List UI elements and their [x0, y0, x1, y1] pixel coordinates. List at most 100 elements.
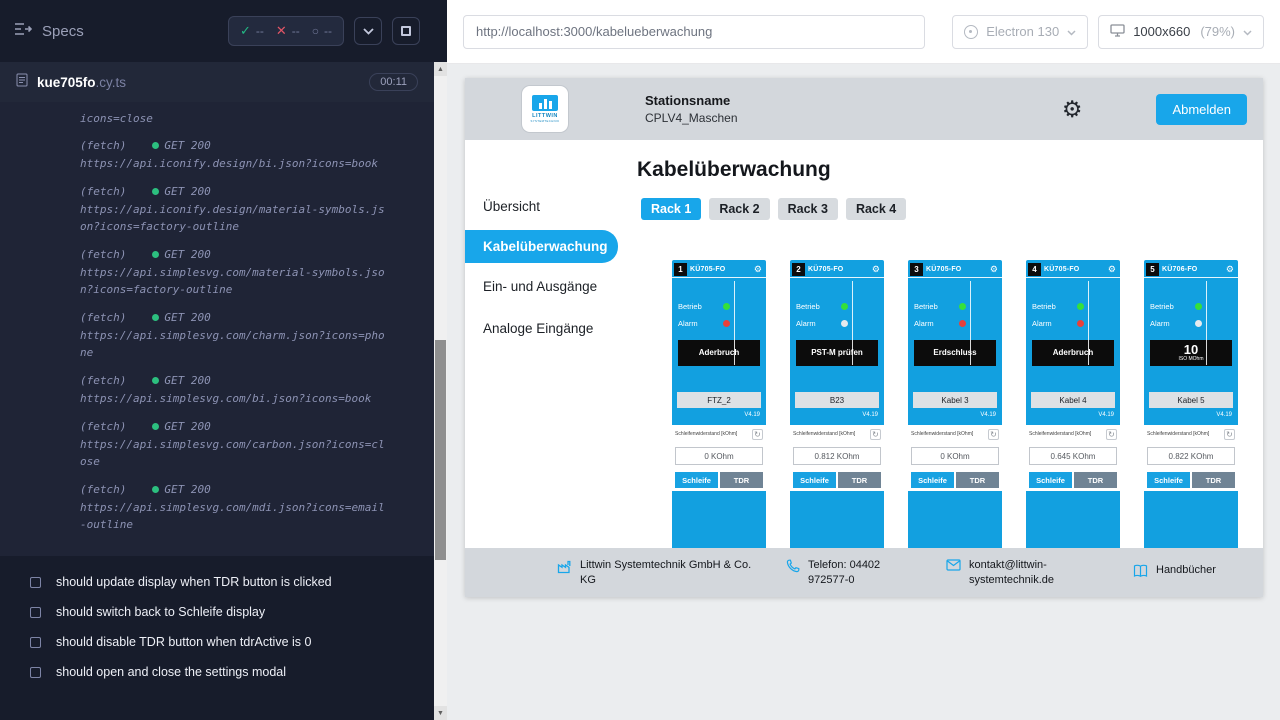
browser-select[interactable]: Electron 130 — [952, 15, 1088, 49]
status-ok-icon — [152, 377, 159, 384]
request-url: https://api.iconify.design/material-symb… — [80, 201, 390, 235]
refresh-icon[interactable]: ↻ — [988, 429, 999, 440]
logo-subtext: SYSTEMTECHNIK — [531, 119, 560, 123]
log-entry[interactable]: (fetch)GET 200 https://api.simplesvg.com… — [80, 372, 390, 407]
fetch-label: (fetch) — [80, 309, 126, 326]
spec-file-ext: .cy.ts — [96, 75, 127, 90]
card-gear-icon[interactable]: ⚙ — [754, 265, 762, 274]
status-ok-icon — [152, 423, 159, 430]
alarm-label: Alarm — [1032, 319, 1052, 328]
nav-item-analoge-eingaenge[interactable]: Analoge Eingänge — [465, 310, 625, 347]
app-nav: Übersicht Kabelüberwachung Ein- und Ausg… — [465, 140, 625, 548]
tab-rack-1[interactable]: Rack 1 — [641, 198, 701, 220]
tab-rack-3[interactable]: Rack 3 — [778, 198, 838, 220]
firmware-version: V4.19 — [908, 408, 1002, 420]
test-item[interactable]: should update display when TDR button is… — [16, 570, 418, 594]
log-entry[interactable]: (fetch)GET 200 https://api.iconify.desig… — [80, 137, 390, 172]
refresh-icon[interactable]: ↻ — [752, 429, 763, 440]
spec-file-name: kue705fo.cy.ts — [37, 75, 126, 90]
test-item[interactable]: should open and close the settings modal — [16, 660, 418, 684]
schleife-button[interactable]: Schleife — [911, 472, 954, 488]
cable-name-field[interactable]: Kabel 5 — [1149, 392, 1233, 408]
nav-item-uebersicht[interactable]: Übersicht — [465, 188, 625, 225]
url-input[interactable] — [463, 15, 925, 49]
log-entry[interactable]: (fetch)GET 200 https://api.iconify.desig… — [80, 183, 390, 235]
cable-name-field[interactable]: B23 — [795, 392, 879, 408]
aut-panel: Electron 130 1000x660 (79%) LITTWIN SYST… — [447, 0, 1280, 720]
footer-manuals[interactable]: Handbücher — [1133, 563, 1216, 581]
scrollbar-track[interactable] — [434, 76, 447, 706]
schleife-button[interactable]: Schleife — [675, 472, 718, 488]
refresh-icon[interactable]: ↻ — [870, 429, 881, 440]
tdr-button[interactable]: TDR — [1074, 472, 1117, 488]
device-card-5: 5KÜ706-FO⚙ Betrieb Alarm 10 ISO MOhm Kab… — [1144, 260, 1238, 548]
app-header: LITTWIN SYSTEMTECHNIK Stationsname CPLV4… — [465, 78, 1263, 140]
betrieb-led — [1077, 303, 1084, 310]
card-gear-icon[interactable]: ⚙ — [990, 265, 998, 274]
tdr-button[interactable]: TDR — [1192, 472, 1235, 488]
status-display: PST-M prüfen — [796, 340, 878, 366]
schleife-button[interactable]: Schleife — [793, 472, 836, 488]
cable-name-field[interactable]: Kabel 3 — [913, 392, 997, 408]
logout-button[interactable]: Abmelden — [1156, 94, 1247, 125]
aut-stage: LITTWIN SYSTEMTECHNIK Stationsname CPLV4… — [447, 64, 1280, 720]
measure-value: 0.822 KOhm — [1147, 447, 1235, 465]
alarm-led — [723, 320, 730, 327]
test-item[interactable]: should disable TDR button when tdrActive… — [16, 630, 418, 654]
specs-label: Specs — [42, 23, 84, 40]
pending-icon: ○ — [312, 24, 319, 38]
log-entry[interactable]: (fetch)GET 200 https://api.simplesvg.com… — [80, 418, 390, 470]
command-log: icons=close (fetch)GET 200 https://api.i… — [0, 102, 434, 556]
tdr-button[interactable]: TDR — [838, 472, 881, 488]
viewport-select[interactable]: 1000x660 (79%) — [1098, 15, 1264, 49]
schleife-button[interactable]: Schleife — [1147, 472, 1190, 488]
refresh-icon[interactable]: ↻ — [1224, 429, 1235, 440]
factory-icon — [557, 559, 572, 578]
card-divider — [970, 281, 971, 365]
tab-rack-4[interactable]: Rack 4 — [846, 198, 906, 220]
request-url: https://api.simplesvg.com/bi.json?icons=… — [80, 390, 390, 407]
card-gear-icon[interactable]: ⚙ — [1108, 265, 1116, 274]
test-item[interactable]: should switch back to Schleife display — [16, 600, 418, 624]
tab-rack-2[interactable]: Rack 2 — [709, 198, 769, 220]
email-icon — [946, 559, 961, 575]
log-line-partial: icons=close — [80, 110, 390, 127]
scroll-up-arrow[interactable]: ▲ — [434, 62, 447, 76]
refresh-icon[interactable]: ↻ — [1106, 429, 1117, 440]
littwin-logo: LITTWIN SYSTEMTECHNIK — [522, 86, 568, 132]
tdr-button[interactable]: TDR — [720, 472, 763, 488]
nav-item-kabelueberwachung[interactable]: Kabelüberwachung — [465, 230, 618, 263]
device-card-1: 1KÜ705-FO⚙ Betrieb Alarm Aderbruch FTZ_2… — [672, 260, 766, 548]
test-state-icon — [30, 607, 41, 618]
log-entry[interactable]: (fetch)GET 200 https://api.simplesvg.com… — [80, 481, 390, 533]
test-list: should update display when TDR button is… — [0, 556, 434, 720]
schleife-button[interactable]: Schleife — [1029, 472, 1072, 488]
alarm-label: Alarm — [1150, 319, 1170, 328]
log-entry[interactable]: (fetch)GET 200 https://api.simplesvg.com… — [80, 309, 390, 361]
spec-file-row[interactable]: kue705fo.cy.ts 00:11 — [0, 62, 434, 102]
device-cards: 1KÜ705-FO⚙ Betrieb Alarm Aderbruch FTZ_2… — [672, 260, 1263, 548]
cable-name-field[interactable]: Kabel 4 — [1031, 392, 1115, 408]
cable-name-field[interactable]: FTZ_2 — [677, 392, 761, 408]
test-runner-sidebar: Specs ✓-- ✕-- ○-- kue705fo.cy.ts 00:11 i… — [0, 0, 434, 720]
card-gear-icon[interactable]: ⚙ — [872, 265, 880, 274]
alarm-label: Alarm — [914, 319, 934, 328]
scrollbar-thumb[interactable] — [435, 340, 446, 560]
iso-unit: ISO MOhm — [1178, 357, 1203, 363]
card-gear-icon[interactable]: ⚙ — [1226, 265, 1234, 274]
sidebar-toggle-icon[interactable] — [14, 22, 32, 41]
card-model: KÜ705-FO — [926, 266, 961, 273]
footer-email[interactable]: kontakt@littwin-systemtechnik.de — [946, 558, 1107, 587]
measure-label: Schleifenwiderstand [kOhm] — [793, 429, 855, 437]
app-window: LITTWIN SYSTEMTECHNIK Stationsname CPLV4… — [465, 78, 1263, 597]
tdr-button[interactable]: TDR — [956, 472, 999, 488]
betrieb-label: Betrieb — [678, 302, 702, 311]
scroll-down-arrow[interactable]: ▼ — [434, 706, 447, 720]
nav-item-ein-ausgaenge[interactable]: Ein- und Ausgänge — [465, 268, 625, 305]
request-url: https://api.simplesvg.com/material-symbo… — [80, 264, 390, 298]
viewport-zoom: (79%) — [1200, 24, 1235, 39]
settings-gear-icon[interactable]: ⚙ — [1062, 98, 1083, 121]
collapse-button[interactable] — [354, 17, 382, 45]
stop-button[interactable] — [392, 17, 420, 45]
log-entry[interactable]: (fetch)GET 200 https://api.simplesvg.com… — [80, 246, 390, 298]
